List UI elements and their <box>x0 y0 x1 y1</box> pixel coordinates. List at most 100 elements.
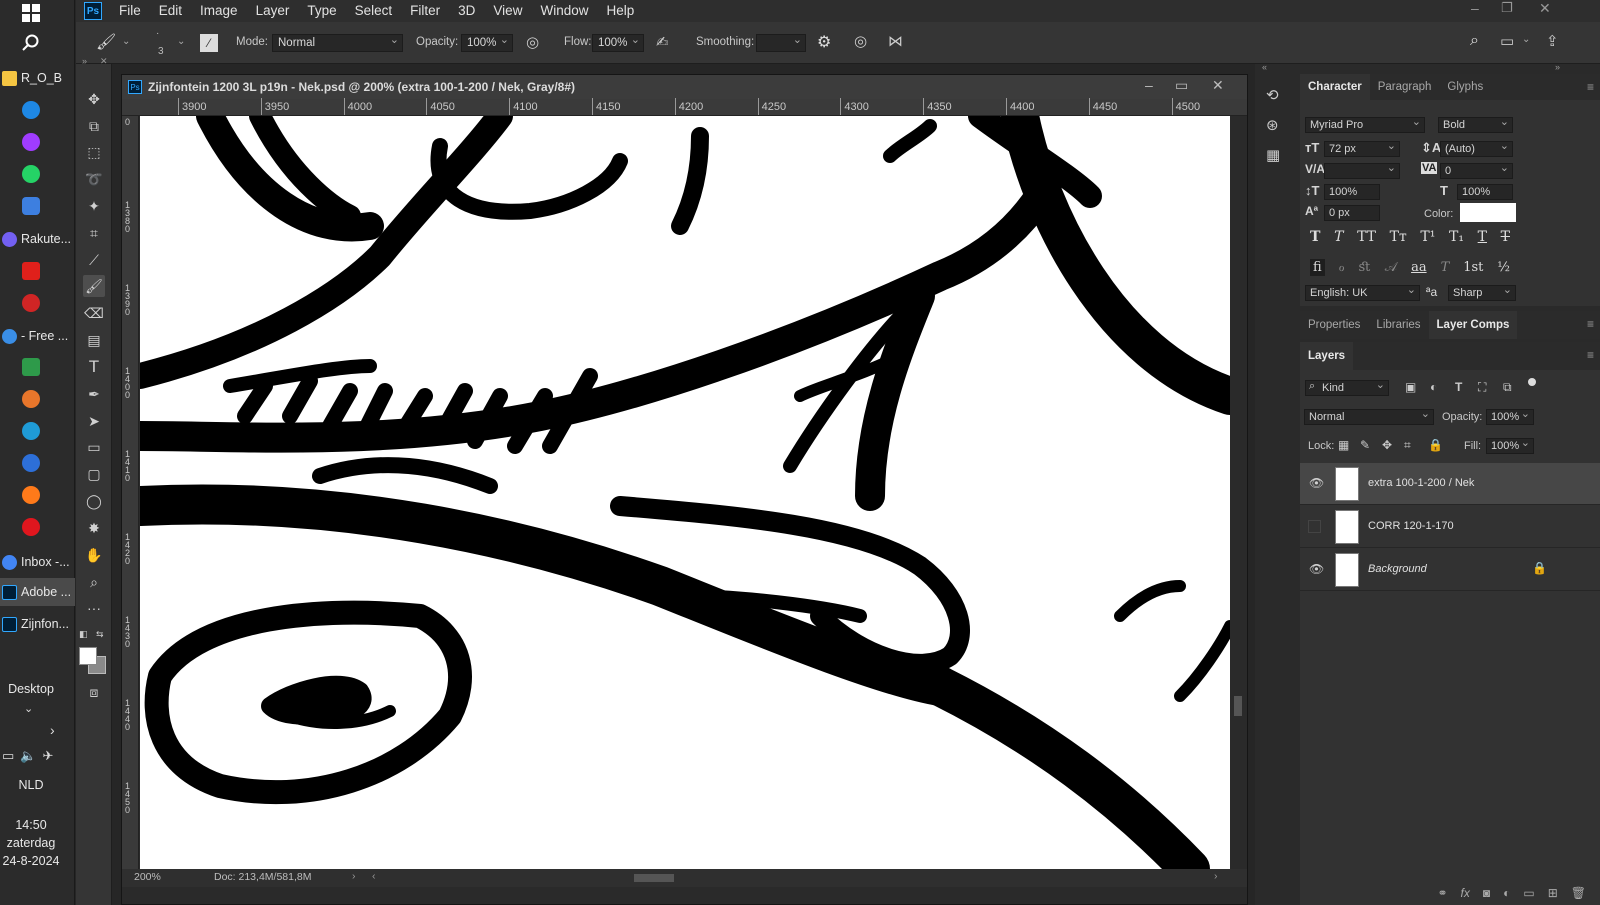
symmetry-icon[interactable]: ⋈ <box>888 32 903 50</box>
antialias-select[interactable]: Sharp <box>1448 284 1516 301</box>
share-icon[interactable]: ⇪ <box>1546 32 1559 50</box>
horizontal-scale-field[interactable]: 100% <box>1457 184 1513 200</box>
clock-time[interactable]: 14:50 <box>0 818 62 832</box>
new-layer-icon[interactable]: ⊞ <box>1548 886 1558 900</box>
faux-bold-button[interactable]: T <box>1310 229 1320 249</box>
leading-field[interactable]: (Auto) <box>1440 140 1513 157</box>
crop-tool-icon[interactable]: ⌗ <box>83 222 105 244</box>
workspace-icon[interactable]: ▭ <box>1500 32 1514 50</box>
eye-icon[interactable]: 👁 <box>1309 476 1324 490</box>
hand-tool-icon[interactable]: ✋ <box>83 544 105 566</box>
layer-row[interactable]: 👁 extra 100-1-200 / Nek <box>1300 463 1600 505</box>
lock-all-icon[interactable]: 🔒 <box>1428 438 1443 452</box>
opacity-field[interactable]: 100% <box>461 34 513 52</box>
desktop-label[interactable]: Desktop <box>0 682 62 696</box>
brush-settings-icon[interactable]: ⁄ <box>200 34 218 52</box>
tracking-field[interactable]: 0 <box>1440 162 1513 179</box>
contextual-button[interactable]: T <box>1441 260 1450 275</box>
tab-layer-comps[interactable]: Layer Comps <box>1428 311 1518 339</box>
tab-paragraph[interactable]: Paragraph <box>1370 74 1440 100</box>
layer-row[interactable]: 👁 Background 🔒 <box>1300 549 1600 591</box>
all-caps-button[interactable]: TT <box>1357 229 1376 249</box>
filter-adjustment-icon[interactable]: ◐ <box>1430 380 1437 394</box>
swap-colors-icon[interactable]: ⇆ <box>96 629 104 640</box>
edge-icon[interactable] <box>22 422 40 440</box>
eraser-tool-icon[interactable]: ⌫ <box>83 302 105 324</box>
visibility-off-box[interactable] <box>1308 520 1321 533</box>
taskbar-item-adobe[interactable]: Adobe ... <box>0 578 75 606</box>
tab-character[interactable]: Character <box>1300 74 1370 100</box>
smoothing-field[interactable] <box>756 34 806 52</box>
document-tab[interactable]: Ps Zijnfontein 1200 3L p19n - Nek.psd @ … <box>122 75 1247 99</box>
chevron-down-icon[interactable]: ⌄ <box>177 36 185 47</box>
vertical-scrollbar[interactable] <box>1230 116 1247 869</box>
horizontal-scroll-thumb[interactable] <box>634 874 674 882</box>
magic-wand-icon[interactable]: ✦ <box>83 195 105 217</box>
adjustment-icon[interactable]: ◐ <box>1503 886 1510 900</box>
filter-toggle-icon[interactable] <box>1528 378 1536 386</box>
canvas[interactable] <box>140 116 1230 869</box>
text-color-swatch[interactable] <box>1460 203 1516 222</box>
mode-select[interactable]: Normal <box>272 34 403 52</box>
maximize-icon[interactable]: ▭ <box>1175 77 1188 94</box>
taskbar-item-free[interactable]: - Free ... <box>0 322 75 350</box>
chevron-right-icon[interactable]: › <box>50 722 55 738</box>
panel-menu-icon[interactable]: ≡ <box>1587 80 1594 94</box>
taskbar-item-zijnfon[interactable]: Zijnfon... <box>0 610 75 638</box>
stylistic-alt-button[interactable]: ﬆ <box>1359 260 1371 275</box>
browser-icon[interactable] <box>22 101 40 119</box>
brush-size-value[interactable]: 3 <box>158 46 164 57</box>
gear-icon[interactable]: ⚙ <box>817 32 831 52</box>
screen-mode-icon[interactable]: ⧈ <box>83 681 105 703</box>
ligatures-button[interactable]: fi <box>1310 258 1325 276</box>
app-icon[interactable] <box>22 390 40 408</box>
blend-mode-select[interactable]: Normal <box>1304 408 1434 425</box>
menu-file[interactable]: File <box>110 0 150 22</box>
layer-opacity-field[interactable]: 100% <box>1486 408 1534 425</box>
tab-libraries[interactable]: Libraries <box>1368 311 1428 339</box>
trash-icon[interactable]: 🗑 <box>1571 886 1586 900</box>
menu-filter[interactable]: Filter <box>401 0 449 22</box>
panel-menu-icon[interactable]: ≡ <box>1587 348 1594 362</box>
scroll-thumb[interactable] <box>1234 696 1242 716</box>
menu-3d[interactable]: 3D <box>449 0 484 22</box>
marquee-tool-icon[interactable]: ⬚ <box>83 141 105 163</box>
whatsapp-icon[interactable] <box>22 165 40 183</box>
app-icon[interactable] <box>22 197 40 215</box>
font-size-field[interactable]: 72 px <box>1324 140 1400 157</box>
menu-edit[interactable]: Edit <box>150 0 191 22</box>
chevron-right-icon[interactable]: › <box>352 870 356 882</box>
filter-shape-icon[interactable]: ⛶ <box>1478 380 1486 395</box>
menu-type[interactable]: Type <box>298 0 345 22</box>
more-tools-icon[interactable]: ··· <box>83 597 105 619</box>
scroll-right-icon[interactable]: › <box>1214 870 1218 882</box>
zoom-tool-icon[interactable]: ⌕ <box>83 571 105 593</box>
pen-tool-icon[interactable]: ✒ <box>83 383 105 405</box>
history-icon[interactable]: ⟲ <box>1266 86 1279 104</box>
tab-layers[interactable]: Layers <box>1300 342 1354 370</box>
gradient-tool-icon[interactable]: ▤ <box>83 329 105 351</box>
rounded-rect-icon[interactable]: ▢ <box>83 463 105 485</box>
move-tool-icon[interactable]: ✥ <box>83 88 105 110</box>
heart-icon[interactable] <box>22 262 40 280</box>
baseline-shift-field[interactable]: 0 px <box>1324 205 1380 221</box>
layer-row[interactable]: CORR 120-1-170 <box>1300 506 1600 548</box>
lasso-tool-icon[interactable]: ➰ <box>83 168 105 190</box>
tab-properties[interactable]: Properties <box>1300 311 1368 339</box>
fx-icon[interactable]: fx <box>1461 886 1470 900</box>
menu-window[interactable]: Window <box>531 0 597 22</box>
kerning-field[interactable] <box>1324 162 1400 179</box>
ordinals-button[interactable]: 1st <box>1463 260 1483 275</box>
lock-transparent-icon[interactable]: ▦ <box>1338 438 1349 452</box>
superscript-button[interactable]: T¹ <box>1420 229 1435 249</box>
filter-type-icon[interactable]: T <box>1455 380 1462 394</box>
language-select[interactable]: English: UK <box>1305 284 1420 301</box>
collapse-icon[interactable]: » <box>82 56 87 66</box>
collapse-icon[interactable]: « <box>1262 62 1292 72</box>
chevron-down-icon[interactable]: ⌄ <box>24 702 33 715</box>
opera-icon[interactable] <box>22 518 40 536</box>
firefox-icon[interactable] <box>22 486 40 504</box>
grid-icon[interactable]: ▦ <box>1266 146 1280 164</box>
lock-artboard-icon[interactable]: ⌗ <box>1404 438 1411 453</box>
small-caps-button[interactable]: Tт <box>1390 229 1407 249</box>
